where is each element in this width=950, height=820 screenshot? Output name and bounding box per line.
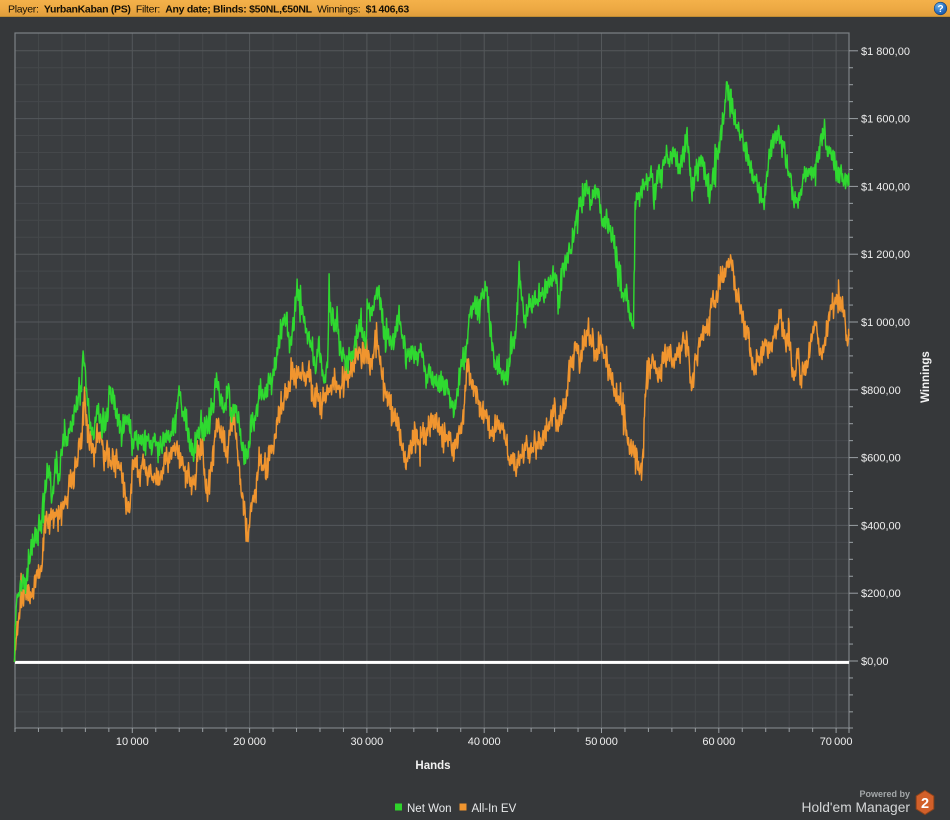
svg-text:10 000: 10 000 (116, 736, 149, 748)
svg-text:30 000: 30 000 (351, 736, 384, 748)
svg-text:$600,00: $600,00 (861, 453, 901, 465)
svg-text:Hold'em Manager: Hold'em Manager (802, 800, 911, 815)
svg-text:$1 000,00: $1 000,00 (861, 317, 910, 329)
svg-text:$200,00: $200,00 (861, 588, 901, 600)
svg-text:$0,00: $0,00 (861, 656, 889, 668)
svg-text:$1 600,00: $1 600,00 (861, 114, 910, 126)
svg-text:All-In EV: All-In EV (472, 803, 517, 815)
svg-text:$400,00: $400,00 (861, 520, 901, 532)
svg-text:$1 800,00: $1 800,00 (861, 46, 910, 58)
svg-text:$800,00: $800,00 (861, 385, 901, 397)
svg-text:?: ? (937, 4, 943, 15)
svg-text:20 000: 20 000 (233, 736, 266, 748)
svg-text:Hands: Hands (415, 760, 450, 772)
svg-text:60 000: 60 000 (702, 736, 735, 748)
svg-text:$1 400,00: $1 400,00 (861, 181, 910, 193)
svg-text:Player: YurbanKaban (PS) Fil: Player: YurbanKaban (PS) Filter: Any dat… (8, 4, 409, 16)
svg-text:Powered by: Powered by (859, 789, 910, 799)
svg-text:$1 200,00: $1 200,00 (861, 249, 910, 261)
svg-text:70 000: 70 000 (820, 736, 853, 748)
svg-text:2: 2 (921, 796, 929, 812)
svg-text:Winnings: Winnings (920, 351, 932, 403)
svg-text:50 000: 50 000 (585, 736, 618, 748)
svg-text:Net Won: Net Won (407, 803, 452, 815)
svg-text:40 000: 40 000 (468, 736, 501, 748)
